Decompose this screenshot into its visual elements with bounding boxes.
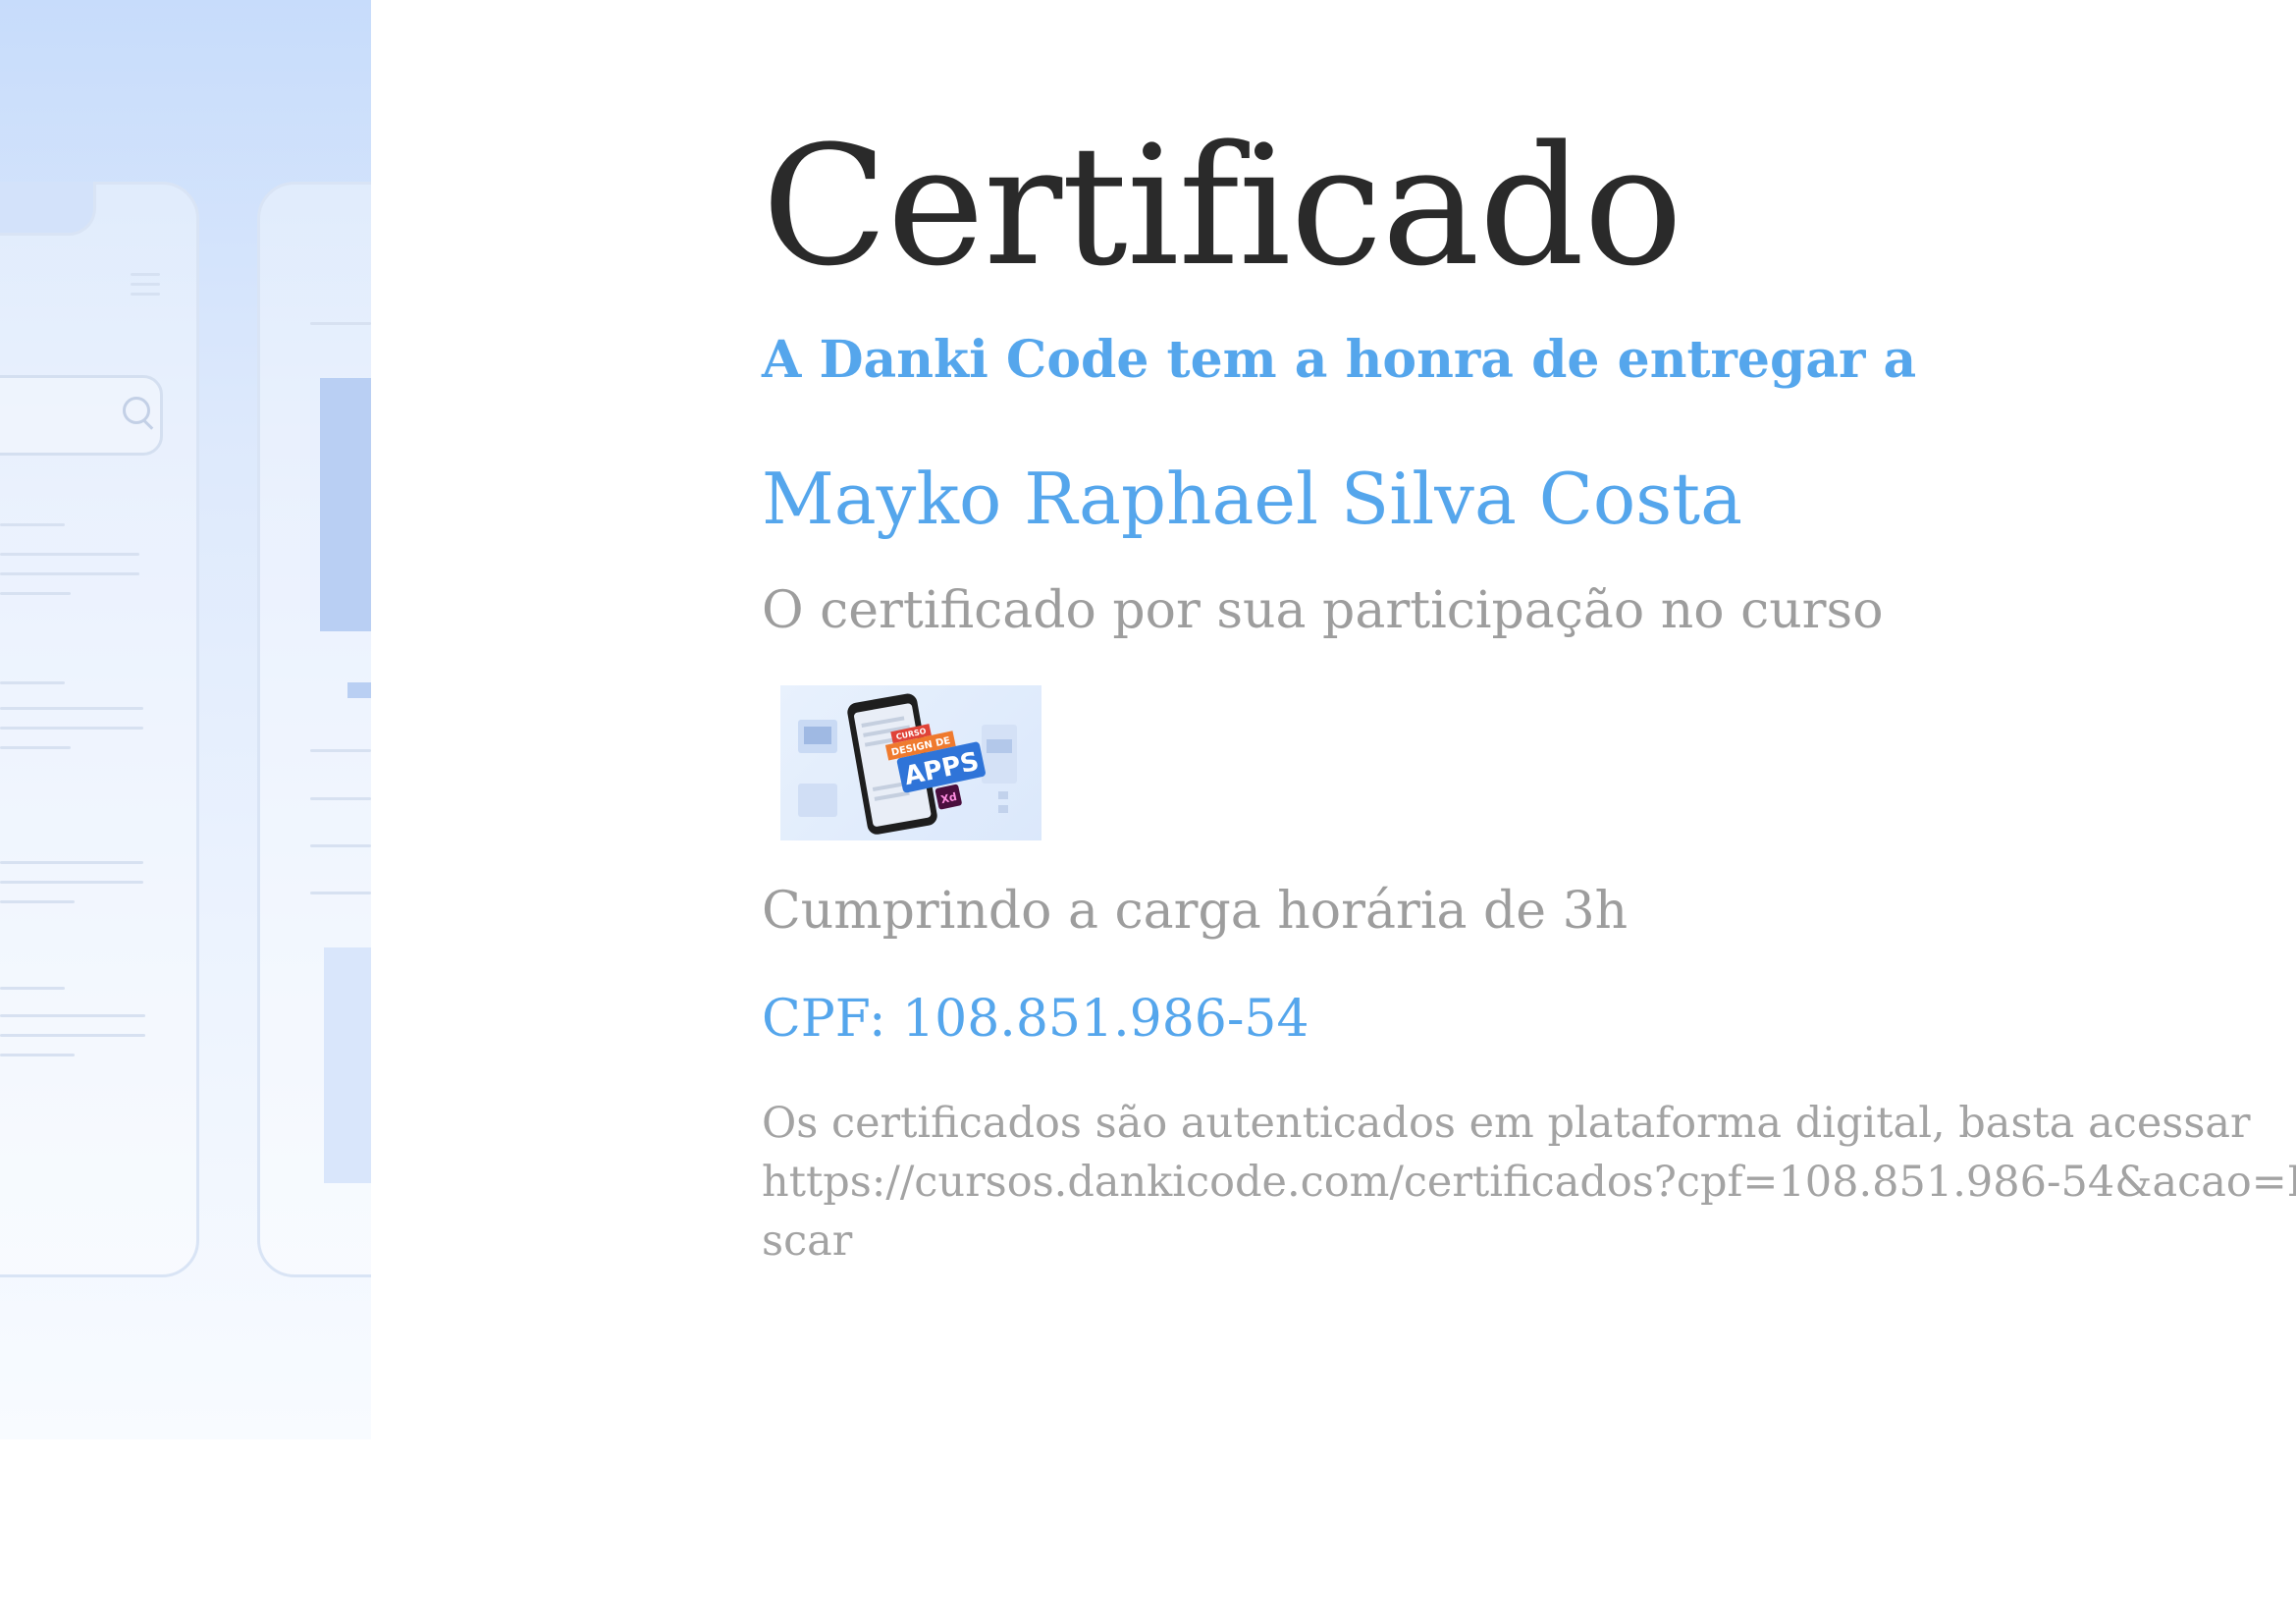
cpf-text: CPF: 108.851.986-54 (762, 990, 1309, 1049)
decorative-line (0, 861, 143, 864)
decorative-line (310, 749, 371, 752)
decorative-line (0, 987, 65, 990)
decorative-line (310, 322, 371, 325)
decorative-phone-outline (0, 182, 199, 1277)
decorative-line (0, 746, 71, 749)
decorative-image-block (320, 378, 371, 631)
course-logo-illustration: CURSO DESIGN DE APPS Xd (798, 693, 1017, 835)
decorative-line (0, 1034, 145, 1037)
decorative-line (0, 707, 143, 710)
authentication-note: Os certificados são autenticados em plat… (762, 1094, 2296, 1271)
decorative-line (0, 681, 65, 684)
decorative-line (0, 881, 143, 884)
decorative-line (0, 727, 143, 730)
decorative-line (0, 1014, 145, 1017)
authentication-line: Os certificados são autenticados em plat… (762, 1099, 2251, 1148)
decorative-line (0, 900, 75, 903)
decorative-line (310, 844, 371, 847)
decorative-side-panel (0, 0, 371, 1439)
decorative-accent-bar (347, 682, 371, 698)
authentication-url-continued: scar (762, 1217, 853, 1266)
decorative-line (0, 1054, 75, 1056)
decorative-line (0, 523, 65, 526)
search-icon (123, 397, 150, 424)
recipient-name: Mayko Raphael Silva Costa (762, 458, 1742, 540)
hamburger-menu-icon (131, 273, 160, 302)
decorative-card-block (324, 947, 371, 1183)
decorative-line (310, 892, 371, 894)
decorative-line (0, 592, 71, 595)
decorative-phone-notch (0, 182, 96, 236)
course-intro-text: O certificado por sua participação no cu… (762, 581, 1884, 640)
workload-text: Cumprindo a carga horária de 3h (762, 882, 1629, 941)
issuer-line: A Danki Code tem a honra de entregar a (762, 330, 1917, 390)
decorative-line (310, 797, 371, 800)
decorative-line (0, 553, 139, 556)
decorative-line (0, 572, 139, 575)
certificate-title: Certificado (762, 110, 1682, 302)
authentication-url: https://cursos.dankicode.com/certificado… (762, 1158, 2296, 1207)
course-logo-image: CURSO DESIGN DE APPS Xd (780, 685, 1041, 840)
